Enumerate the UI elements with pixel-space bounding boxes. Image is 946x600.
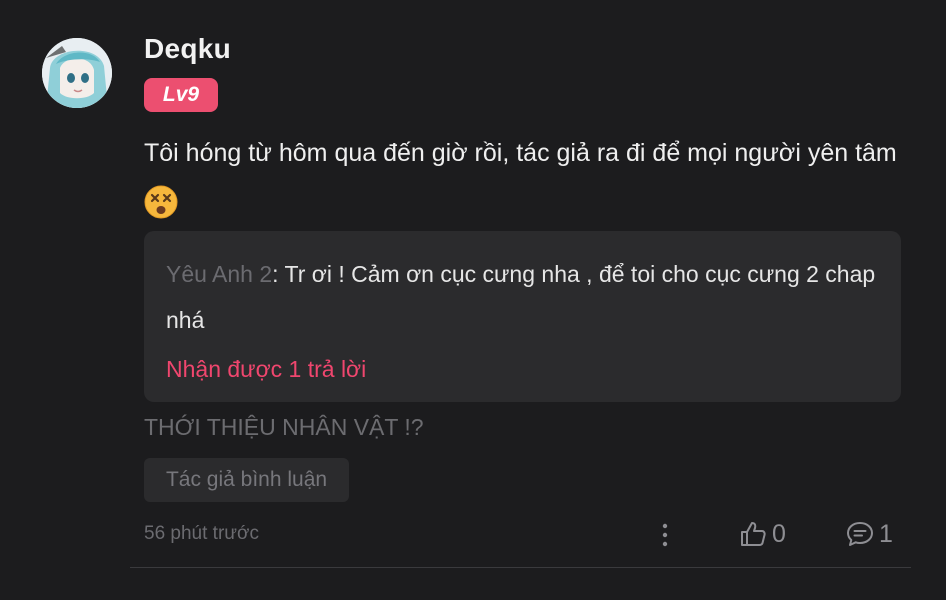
like-button[interactable]: 0: [738, 517, 786, 551]
reply-button[interactable]: 1: [845, 517, 893, 551]
reply-count: 1: [879, 519, 893, 548]
comment-timestamp: 56 phút trước: [144, 523, 259, 544]
extra-note: THỚI THIỆU NHÂN VẬT !?: [144, 414, 424, 440]
level-badge: Lv9: [144, 78, 218, 112]
dizzy-face-emoji-icon: [144, 185, 178, 219]
vertical-dots-icon[interactable]: [655, 518, 675, 552]
reply-preview[interactable]: Yêu Anh 2: Tr ơi ! Cảm ơn cục cưng nha ,…: [144, 231, 901, 402]
reply-separator: :: [272, 261, 285, 287]
view-replies-link[interactable]: Nhận được 1 trả lời: [166, 349, 879, 389]
divider: [130, 567, 911, 568]
reply-author[interactable]: Yêu Anh 2: [166, 261, 272, 287]
user-avatar[interactable]: [42, 38, 112, 108]
comment-body: Tôi hóng từ hôm qua đến giờ rồi, tác giả…: [144, 127, 904, 231]
reply-text-line: Yêu Anh 2: Tr ơi ! Cảm ơn cục cưng nha ,…: [166, 251, 879, 343]
thumbs-up-icon: [741, 522, 766, 546]
speech-bubble-icon: [847, 522, 873, 546]
like-count: 0: [772, 519, 786, 548]
comment-text: Tôi hóng từ hôm qua đến giờ rồi, tác giả…: [144, 139, 897, 167]
username[interactable]: Deqku: [144, 33, 231, 65]
author-comment-tag: Tác giả bình luận: [144, 458, 349, 502]
